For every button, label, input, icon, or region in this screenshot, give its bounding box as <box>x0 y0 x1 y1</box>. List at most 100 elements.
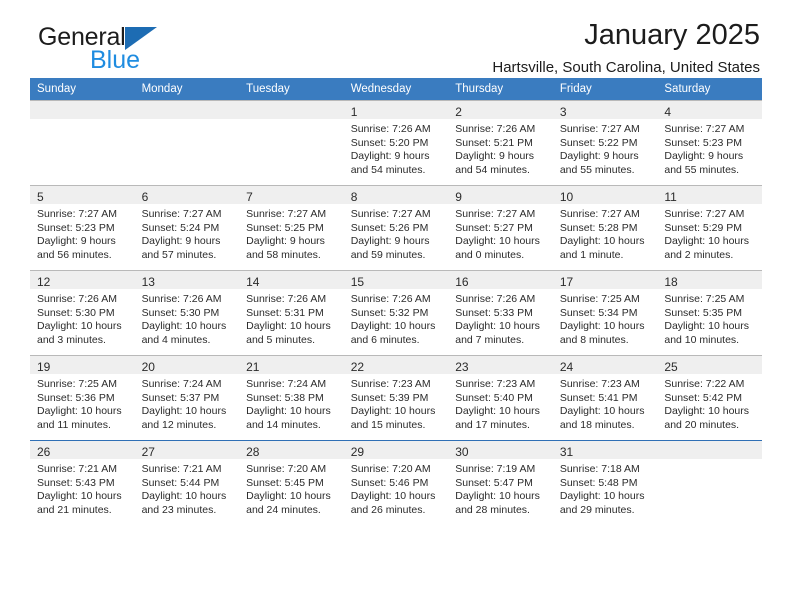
day-number: 31 <box>559 445 574 459</box>
daylight-text-line2: and 5 minutes. <box>246 333 316 346</box>
calendar-day-cell[interactable]: 22 Sunrise: 7:23 AM Sunset: 5:39 PM Dayligh… <box>343 355 449 441</box>
daylight-text-line1: Daylight: 10 hours <box>246 405 331 418</box>
day-number: 15 <box>350 275 365 289</box>
calendar-day-cell[interactable]: 1 Sunrise: 7:26 AM Sunset: 5:20 PM Daylight… <box>343 100 449 186</box>
calendar-day-cell[interactable]: 24 Sunrise: 7:23 AM Sunset: 5:41 PM Dayligh… <box>552 355 658 441</box>
daylight-text-line1: Daylight: 10 hours <box>350 490 436 503</box>
sunrise-text: Sunrise: 7:20 AM <box>246 463 327 475</box>
calendar-day-cell[interactable]: 27 Sunrise: 7:21 AM Sunset: 5:44 PM Dayligh… <box>134 440 240 525</box>
sunrise-text: Sunrise: 7:27 AM <box>246 208 327 220</box>
day-details: Sunrise: 7:21 AM Sunset: 5:44 PM Daylight:… <box>135 459 240 517</box>
day-number: 6 <box>141 190 149 204</box>
daylight-text-line1: Daylight: 10 hours <box>37 405 122 418</box>
calendar-day-cell[interactable]: 7 Sunrise: 7:27 AM Sunset: 5:25 PM Daylight… <box>239 185 344 271</box>
sunrise-text: Sunrise: 7:19 AM <box>455 463 536 475</box>
day-number-band <box>134 101 240 119</box>
sunrise-text: Sunrise: 7:22 AM <box>664 378 745 390</box>
calendar-day-cell[interactable]: 11 Sunrise: 7:27 AM Sunset: 5:29 PM Dayligh… <box>657 185 762 271</box>
calendar-day-cell[interactable]: 16 Sunrise: 7:26 AM Sunset: 5:33 PM Dayligh… <box>448 270 553 356</box>
sunrise-text: Sunrise: 7:27 AM <box>141 208 222 220</box>
day-number-band: 30 <box>448 441 553 459</box>
daylight-text-line2: and 7 minutes. <box>455 333 525 346</box>
weekday-header-friday: Friday <box>552 78 658 101</box>
day-details: Sunrise: 7:24 AM Sunset: 5:37 PM Daylight:… <box>135 374 240 432</box>
day-number-band: 25 <box>657 356 762 374</box>
calendar-day-cell[interactable]: 10 Sunrise: 7:27 AM Sunset: 5:28 PM Dayligh… <box>552 185 658 271</box>
sunset-text: Sunset: 5:44 PM <box>141 476 220 489</box>
daylight-text-line1: Daylight: 9 hours <box>350 235 430 248</box>
calendar-day-cell[interactable]: 19 Sunrise: 7:25 AM Sunset: 5:36 PM Dayligh… <box>30 355 135 441</box>
calendar-day-cell[interactable]: 4 Sunrise: 7:27 AM Sunset: 5:23 PM Daylight… <box>657 100 762 186</box>
day-details: Sunrise: 7:27 AM Sunset: 5:25 PM Daylight:… <box>239 204 344 262</box>
day-details: Sunrise: 7:27 AM Sunset: 5:27 PM Daylight:… <box>448 204 553 262</box>
calendar-day-cell[interactable]: 31 Sunrise: 7:18 AM Sunset: 5:48 PM Dayligh… <box>552 440 658 525</box>
daylight-text-line2: and 11 minutes. <box>37 418 111 431</box>
calendar-day-cell[interactable]: 26 Sunrise: 7:21 AM Sunset: 5:43 PM Dayligh… <box>30 440 135 525</box>
calendar-day-cell[interactable]: 21 Sunrise: 7:24 AM Sunset: 5:38 PM Dayligh… <box>239 355 344 441</box>
calendar-day-cell[interactable]: 14 Sunrise: 7:26 AM Sunset: 5:31 PM Dayligh… <box>239 270 344 356</box>
calendar-day-cell[interactable]: 8 Sunrise: 7:27 AM Sunset: 5:26 PM Daylight… <box>343 185 449 271</box>
day-details: Sunrise: 7:26 AM Sunset: 5:31 PM Daylight:… <box>239 289 344 347</box>
sunset-text: Sunset: 5:20 PM <box>350 136 429 149</box>
day-details: Sunrise: 7:27 AM Sunset: 5:23 PM Daylight:… <box>30 204 135 262</box>
daylight-text-line1: Daylight: 10 hours <box>350 405 436 418</box>
calendar-body: 1 Sunrise: 7:26 AM Sunset: 5:20 PM Daylight… <box>30 100 762 525</box>
day-details: Sunrise: 7:27 AM Sunset: 5:29 PM Daylight:… <box>657 204 762 262</box>
sunset-text: Sunset: 5:33 PM <box>455 306 533 319</box>
calendar-day-cell[interactable]: 3 Sunrise: 7:27 AM Sunset: 5:22 PM Daylight… <box>552 100 658 186</box>
day-number: 24 <box>559 360 574 374</box>
daylight-text-line2: and 57 minutes. <box>141 248 217 261</box>
daylight-text-line2: and 6 minutes. <box>350 333 420 346</box>
general-blue-logo[interactable]: General Blue <box>38 24 228 76</box>
sunset-text: Sunset: 5:27 PM <box>455 221 533 234</box>
sunset-text: Sunset: 5:43 PM <box>37 476 115 489</box>
daylight-text-line1: Daylight: 9 hours <box>664 150 744 163</box>
day-number-band: 19 <box>30 356 135 374</box>
day-number: 11 <box>664 190 677 204</box>
calendar-day-cell[interactable]: 12 Sunrise: 7:26 AM Sunset: 5:30 PM Dayligh… <box>30 270 135 356</box>
weekday-header-row: Sunday Monday Tuesday Wednesday Thursday Frid… <box>30 78 762 101</box>
day-details: Sunrise: 7:26 AM Sunset: 5:21 PM Daylight:… <box>448 119 553 177</box>
daylight-text-line1: Daylight: 10 hours <box>455 405 540 418</box>
day-number: 22 <box>350 360 365 374</box>
sunset-text: Sunset: 5:24 PM <box>141 221 220 234</box>
page-subtitle: Hartsville, South Carolina, United State… <box>492 59 760 76</box>
day-number: 18 <box>664 275 678 289</box>
calendar-day-cell[interactable]: 9 Sunrise: 7:27 AM Sunset: 5:27 PM Daylight… <box>448 185 553 271</box>
day-number: 10 <box>559 190 574 204</box>
calendar-day-cell[interactable]: 5 Sunrise: 7:27 AM Sunset: 5:23 PM Daylight… <box>30 185 135 271</box>
page-title: January 2025 <box>584 19 760 51</box>
daylight-text-line2: and 24 minutes. <box>246 503 321 516</box>
day-details <box>239 119 344 123</box>
calendar-day-cell[interactable]: 23 Sunrise: 7:23 AM Sunset: 5:40 PM Dayligh… <box>448 355 553 441</box>
calendar-day-cell[interactable]: 15 Sunrise: 7:26 AM Sunset: 5:32 PM Dayligh… <box>343 270 449 356</box>
calendar-day-cell[interactable]: 17 Sunrise: 7:25 AM Sunset: 5:34 PM Dayligh… <box>552 270 658 356</box>
day-number: 27 <box>141 445 155 459</box>
sunset-text: Sunset: 5:38 PM <box>246 391 324 404</box>
day-number-band <box>30 101 135 119</box>
daylight-text-line2: and 17 minutes. <box>455 418 530 431</box>
calendar-day-cell[interactable]: 20 Sunrise: 7:24 AM Sunset: 5:37 PM Dayligh… <box>134 355 240 441</box>
calendar-day-cell[interactable]: 30 Sunrise: 7:19 AM Sunset: 5:47 PM Dayligh… <box>448 440 553 525</box>
calendar-day-cell[interactable]: 28 Sunrise: 7:20 AM Sunset: 5:45 PM Dayligh… <box>239 440 344 525</box>
calendar-day-cell[interactable]: 13 Sunrise: 7:26 AM Sunset: 5:30 PM Dayligh… <box>134 270 240 356</box>
calendar-day-cell-empty <box>30 100 135 186</box>
calendar-day-cell[interactable]: 6 Sunrise: 7:27 AM Sunset: 5:24 PM Daylight… <box>134 185 240 271</box>
daylight-text-line2: and 12 minutes. <box>141 418 217 431</box>
sunrise-text: Sunrise: 7:23 AM <box>350 378 431 390</box>
sunset-text: Sunset: 5:26 PM <box>350 221 429 234</box>
sunset-text: Sunset: 5:39 PM <box>350 391 429 404</box>
calendar-day-cell[interactable]: 25 Sunrise: 7:22 AM Sunset: 5:42 PM Dayligh… <box>657 355 762 441</box>
calendar-day-cell[interactable]: 2 Sunrise: 7:26 AM Sunset: 5:21 PM Daylight… <box>448 100 553 186</box>
sunset-text: Sunset: 5:30 PM <box>141 306 220 319</box>
sunrise-text: Sunrise: 7:26 AM <box>37 293 117 305</box>
calendar-day-cell[interactable]: 29 Sunrise: 7:20 AM Sunset: 5:46 PM Dayligh… <box>343 440 449 525</box>
day-number: 3 <box>559 105 567 119</box>
sunset-text: Sunset: 5:41 PM <box>559 391 638 404</box>
day-number-band: 10 <box>552 186 658 204</box>
day-number: 4 <box>664 105 672 119</box>
sunset-text: Sunset: 5:45 PM <box>246 476 324 489</box>
sunset-text: Sunset: 5:36 PM <box>37 391 115 404</box>
calendar-day-cell[interactable]: 18 Sunrise: 7:25 AM Sunset: 5:35 PM Dayligh… <box>657 270 762 356</box>
day-number: 7 <box>246 190 253 204</box>
